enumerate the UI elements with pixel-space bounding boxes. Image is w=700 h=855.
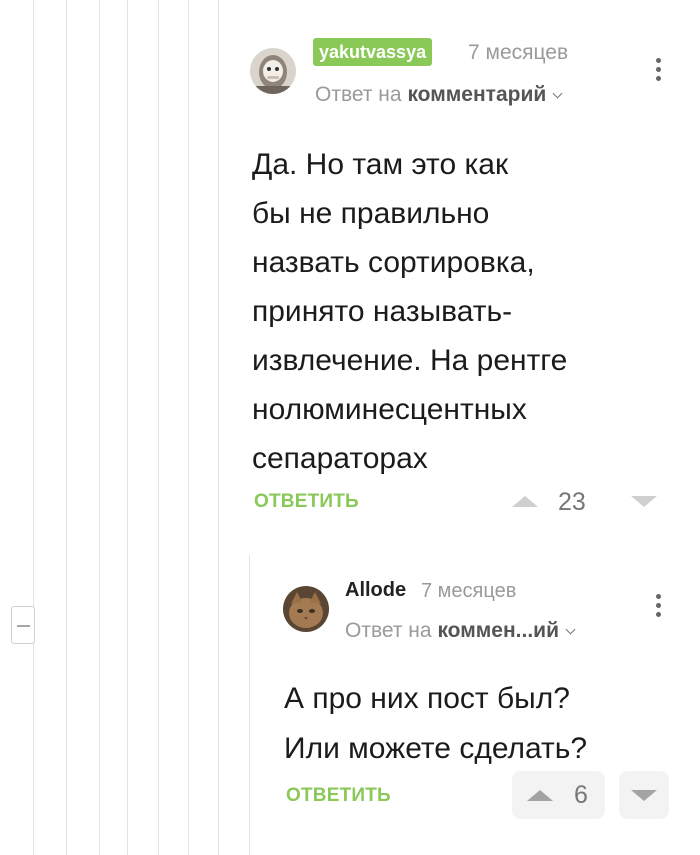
- thread-line: [158, 0, 159, 855]
- thread-line: [99, 0, 100, 855]
- upvote-icon: [527, 790, 553, 801]
- username-badge[interactable]: yakutvassya: [313, 38, 433, 66]
- downvote-icon: [631, 790, 657, 801]
- reply-to-link[interactable]: Ответ на коммен...ий: [345, 618, 576, 644]
- reply-to-prefix: Ответ на: [315, 83, 402, 106]
- thread-line: [188, 0, 189, 855]
- collapse-thread-button[interactable]: [11, 606, 35, 644]
- upvote-icon[interactable]: [512, 496, 538, 507]
- avatar[interactable]: [250, 48, 296, 94]
- reply-button[interactable]: ОТВЕТИТЬ: [254, 490, 359, 514]
- username[interactable]: Allode: [345, 577, 406, 603]
- downvote-button[interactable]: [619, 771, 669, 819]
- kebab-menu-icon[interactable]: [654, 594, 662, 621]
- comment-time: 7 месяцев: [421, 580, 517, 602]
- thread-line: [33, 0, 34, 855]
- comment-text: А про них пост был? Или можете сделать?: [284, 682, 588, 765]
- thread-line: [218, 0, 219, 855]
- thread-line: [249, 555, 250, 855]
- comment-text: Да. Но там это как бы не правильно назва…: [252, 148, 568, 475]
- reply-button[interactable]: ОТВЕТИТЬ: [286, 784, 391, 808]
- downvote-icon[interactable]: [631, 496, 657, 507]
- chevron-down-icon: [565, 624, 576, 635]
- reply-to-prefix: Ответ на: [345, 619, 432, 642]
- rating-count: 23: [558, 488, 586, 516]
- reply-to-target: коммен...ий: [437, 619, 559, 642]
- reply-to-link[interactable]: Ответ на комментарий: [315, 82, 563, 108]
- reply-to-target: комментарий: [407, 83, 547, 106]
- kebab-menu-icon[interactable]: [654, 58, 662, 85]
- upvote-button[interactable]: 6: [512, 771, 605, 819]
- avatar[interactable]: [283, 586, 329, 632]
- thread-line: [127, 0, 128, 855]
- collapse-icon: [17, 625, 30, 627]
- rating-count: 6: [574, 781, 588, 809]
- thread-line: [66, 0, 67, 855]
- comment-time: 7 месяцев: [468, 41, 569, 64]
- chevron-down-icon: [552, 88, 563, 99]
